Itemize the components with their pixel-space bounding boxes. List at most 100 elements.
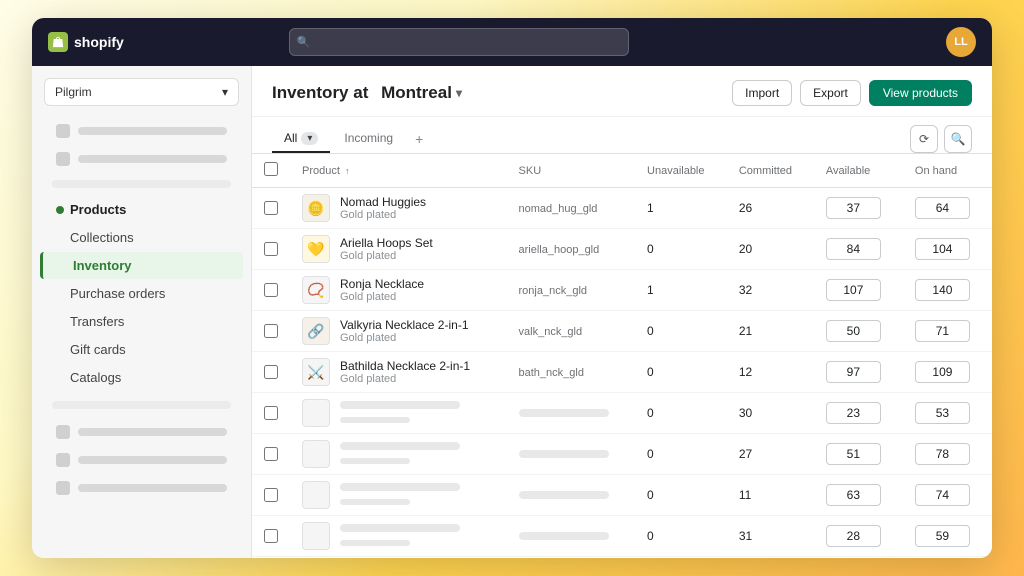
available-cell	[814, 188, 903, 229]
tab-incoming[interactable]: Incoming	[332, 125, 405, 153]
available-cell	[814, 352, 903, 393]
available-input[interactable]	[826, 279, 881, 301]
product-cell: 🪙 Nomad Huggies Gold plated	[290, 188, 507, 229]
table-row: 030	[252, 393, 992, 434]
available-input[interactable]	[826, 238, 881, 260]
on-hand-cell	[903, 188, 992, 229]
row-checkbox[interactable]	[264, 283, 278, 297]
sidebar-item-inventory[interactable]: Inventory	[40, 252, 243, 279]
unavailable-cell: 0	[635, 557, 727, 559]
store-selector[interactable]: Pilgrim ▾	[44, 78, 239, 106]
product-variant: Gold plated	[340, 373, 470, 385]
available-input[interactable]	[826, 197, 881, 219]
ghost-text	[78, 428, 227, 436]
row-checkbox[interactable]	[264, 201, 278, 215]
unavailable-cell: 0	[635, 434, 727, 475]
table-row: 🪙 Nomad Huggies Gold plated nomad_hug_gl…	[252, 188, 992, 229]
product-sort-icon: ↑	[345, 166, 350, 176]
available-cell	[814, 229, 903, 270]
available-input[interactable]	[826, 402, 881, 424]
committed-cell: 31	[727, 516, 814, 557]
on-hand-cell	[903, 311, 992, 352]
search-input[interactable]	[289, 28, 629, 56]
committed-cell: 26	[727, 188, 814, 229]
tab-bar: All ▾ Incoming + ⟳ 🔍	[252, 117, 992, 154]
committed-cell: 11	[727, 475, 814, 516]
col-unavailable: Unavailable	[635, 154, 727, 188]
on-hand-input[interactable]	[915, 484, 970, 506]
sidebar-ghost-row-4	[40, 447, 243, 473]
col-committed: Committed	[727, 154, 814, 188]
row-checkbox[interactable]	[264, 242, 278, 256]
location-dropdown[interactable]: Inventory at Montreal ▾	[272, 83, 462, 103]
available-input[interactable]	[826, 484, 881, 506]
table-row: 08	[252, 557, 992, 559]
on-hand-cell	[903, 393, 992, 434]
on-hand-input[interactable]	[915, 525, 970, 547]
row-checkbox[interactable]	[264, 488, 278, 502]
unavailable-cell: 0	[635, 229, 727, 270]
on-hand-input[interactable]	[915, 279, 970, 301]
tab-all[interactable]: All ▾	[272, 125, 330, 153]
select-all-checkbox[interactable]	[264, 162, 278, 176]
row-checkbox[interactable]	[264, 324, 278, 338]
col-available: Available	[814, 154, 903, 188]
available-cell	[814, 475, 903, 516]
ghost-icon	[56, 124, 70, 138]
shopify-bag-icon	[48, 32, 68, 52]
search-filter-button[interactable]: 🔍	[944, 125, 972, 153]
sidebar-item-collections[interactable]: Collections	[40, 224, 243, 251]
available-input[interactable]	[826, 361, 881, 383]
sku-cell	[507, 475, 636, 516]
on-hand-input[interactable]	[915, 320, 970, 342]
on-hand-input[interactable]	[915, 197, 970, 219]
on-hand-input[interactable]	[915, 402, 970, 424]
available-input[interactable]	[826, 443, 881, 465]
product-name: Nomad Huggies	[340, 195, 426, 209]
row-checkbox[interactable]	[264, 529, 278, 543]
row-checkbox[interactable]	[264, 406, 278, 420]
sidebar-ghost-row-2	[40, 146, 243, 172]
tab-add-button[interactable]: +	[407, 125, 431, 153]
on-hand-input[interactable]	[915, 238, 970, 260]
product-name: Bathilda Necklace 2-in-1	[340, 359, 470, 373]
import-button[interactable]: Import	[732, 80, 792, 106]
on-hand-input[interactable]	[915, 361, 970, 383]
sidebar-item-purchase-orders[interactable]: Purchase orders	[40, 280, 243, 307]
sidebar-divider	[52, 180, 231, 188]
unavailable-cell: 0	[635, 475, 727, 516]
sku-cell	[507, 557, 636, 559]
refresh-button[interactable]: ⟳	[910, 125, 938, 153]
sku-text: ariella_hoop_gld	[519, 244, 600, 256]
products-active-dot	[56, 206, 64, 214]
unavailable-cell: 0	[635, 393, 727, 434]
on-hand-input[interactable]	[915, 443, 970, 465]
title-prefix: Inventory at	[272, 83, 368, 103]
ghost-text	[78, 127, 227, 135]
product-name: Ronja Necklace	[340, 277, 424, 291]
sidebar-divider-2	[52, 401, 231, 409]
sidebar-item-products[interactable]: Products	[40, 196, 243, 223]
available-input[interactable]	[826, 525, 881, 547]
col-on-hand: On hand	[903, 154, 992, 188]
ghost-sku	[519, 450, 609, 458]
sku-cell	[507, 516, 636, 557]
row-checkbox[interactable]	[264, 365, 278, 379]
ghost-variant	[340, 499, 410, 505]
sidebar-item-transfers[interactable]: Transfers	[40, 308, 243, 335]
sidebar-item-gift-cards[interactable]: Gift cards	[40, 336, 243, 363]
row-checkbox[interactable]	[264, 447, 278, 461]
location-name: Montreal	[381, 83, 452, 103]
shopify-text: shopify	[74, 34, 124, 50]
avatar[interactable]: LL	[946, 27, 976, 57]
col-product[interactable]: Product ↑	[290, 154, 507, 188]
sku-text: bath_nck_gld	[519, 367, 584, 379]
available-input[interactable]	[826, 320, 881, 342]
product-cell	[290, 475, 507, 516]
product-cell: 📿 Ronja Necklace Gold plated	[290, 270, 507, 311]
sidebar-item-catalogs[interactable]: Catalogs	[40, 364, 243, 391]
view-products-button[interactable]: View products	[869, 80, 972, 106]
available-cell	[814, 270, 903, 311]
ghost-text	[78, 155, 227, 163]
export-button[interactable]: Export	[800, 80, 861, 106]
